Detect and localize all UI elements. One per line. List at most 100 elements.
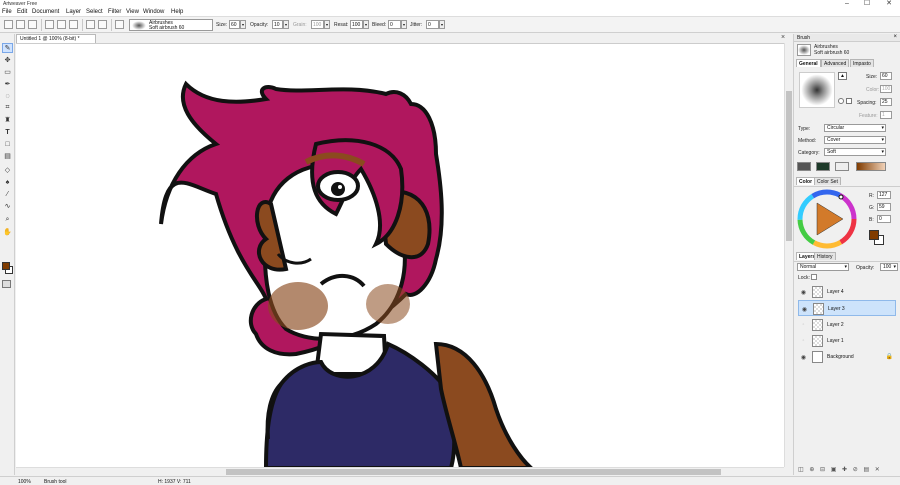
blend-mode-select[interactable]: Normal	[797, 263, 849, 271]
feature-input[interactable]: 1	[880, 111, 892, 119]
color-wheel[interactable]	[797, 189, 857, 249]
opacity-dropdown-icon[interactable]: ▾	[283, 20, 289, 29]
shape-icon[interactable]: □	[2, 139, 13, 149]
texture-swatch-3[interactable]	[835, 162, 849, 171]
brush-icon[interactable]: ✎	[2, 43, 13, 53]
layer-row-layer-2[interactable]: ◦ Layer 2	[798, 317, 896, 333]
color-triangle[interactable]	[816, 202, 844, 236]
eyedropper-icon[interactable]: ⁄	[2, 189, 13, 199]
resat-input[interactable]: 100	[350, 20, 363, 29]
brush-shape-icon[interactable]: ▲	[838, 72, 847, 80]
quick-mask-icon[interactable]	[2, 280, 11, 288]
tab-impasto[interactable]: Impasto	[850, 59, 874, 67]
menu-document[interactable]: Document	[32, 9, 59, 15]
menu-edit[interactable]: Edit	[17, 9, 27, 15]
resat-dropdown-icon[interactable]: ▾	[363, 20, 369, 29]
panel-foreground-swatch[interactable]	[869, 230, 879, 240]
visibility-eye-icon[interactable]: ◉	[800, 289, 807, 296]
size-input[interactable]: 60	[229, 20, 240, 29]
stamp-icon[interactable]: ♜	[2, 115, 13, 125]
crop-icon[interactable]: ⌗	[2, 103, 13, 113]
minimize-button[interactable]: –	[838, 0, 856, 8]
lock-transparency-checkbox[interactable]	[811, 274, 817, 280]
visibility-eye-icon[interactable]: ◉	[800, 354, 807, 361]
eraser-icon[interactable]: ◇	[2, 165, 13, 175]
jitter-input[interactable]: 0	[426, 20, 439, 29]
menu-layer[interactable]: Layer	[66, 9, 81, 15]
new-document-icon[interactable]	[4, 20, 13, 29]
smudge-icon[interactable]: ∿	[2, 201, 13, 211]
pen-icon[interactable]: ✒	[2, 79, 13, 89]
hand-icon[interactable]: ✋	[2, 227, 13, 237]
menu-filter[interactable]: Filter	[108, 9, 121, 15]
tab-color-set[interactable]: Color Set	[814, 177, 841, 185]
red-input[interactable]: 127	[877, 191, 891, 199]
vertical-scrollbar[interactable]	[784, 43, 792, 467]
menu-file[interactable]: File	[2, 9, 12, 15]
blue-input[interactable]: 0	[877, 215, 891, 223]
maximize-button[interactable]: ☐	[858, 0, 876, 8]
texture-swatch-2[interactable]	[816, 162, 830, 171]
undo-icon[interactable]	[86, 20, 95, 29]
close-panel-icon[interactable]: ×	[893, 34, 897, 40]
tab-general[interactable]: General	[796, 59, 821, 67]
zoom-icon[interactable]: ⌕	[2, 215, 13, 225]
menu-help[interactable]: Help	[171, 9, 183, 15]
move-icon[interactable]: ✥	[2, 55, 13, 65]
bleed-dropdown-icon[interactable]: ▾	[401, 20, 407, 29]
marquee-icon[interactable]: ▭	[2, 67, 13, 77]
visibility-eye-icon[interactable]: ◉	[801, 306, 808, 313]
method-select[interactable]: Cover	[824, 136, 886, 144]
document-tab[interactable]: Untitled 1 @ 100% (8-bit) *	[16, 34, 96, 43]
tab-color[interactable]: Color	[796, 177, 816, 185]
spacing-checkbox[interactable]	[846, 98, 852, 104]
grain-dropdown-icon[interactable]: ▾	[324, 20, 330, 29]
grain-input[interactable]: 100	[311, 20, 324, 29]
brush-size-input[interactable]: 60	[880, 72, 892, 80]
paste-icon[interactable]	[69, 20, 78, 29]
lasso-icon[interactable]: ◌	[2, 91, 13, 101]
foreground-color-swatch[interactable]	[2, 262, 10, 270]
text-icon[interactable]: T	[2, 127, 13, 137]
layer-opacity-input[interactable]: 100	[880, 263, 898, 271]
brush-tool-icon[interactable]	[115, 20, 124, 29]
layer-row-layer-3[interactable]: ◉ Layer 3	[798, 300, 896, 316]
opacity-input[interactable]: 10	[272, 20, 283, 29]
layer-actions-toolbar[interactable]: ◫ ⊕ ⊟ ▣ ✚ ⊘ ▤ ✕	[798, 466, 882, 473]
brush-color-input[interactable]: 100	[880, 85, 892, 93]
gradient-swatch[interactable]	[856, 162, 886, 171]
tab-advanced[interactable]: Advanced	[821, 59, 850, 67]
gradient-icon[interactable]: ▤	[2, 151, 13, 161]
horizontal-scrollbar[interactable]	[16, 467, 784, 475]
hue-handle[interactable]	[838, 194, 844, 200]
open-document-icon[interactable]	[16, 20, 25, 29]
close-document-icon[interactable]: ×	[781, 34, 785, 41]
drawing-canvas[interactable]	[16, 43, 791, 467]
menu-select[interactable]: Select	[86, 9, 103, 15]
size-dropdown-icon[interactable]: ▾	[240, 20, 246, 29]
brush-preset-selector[interactable]: Airbrushes Soft airbrush 60	[129, 19, 213, 31]
brush-preset-icon[interactable]	[797, 44, 811, 56]
vertical-scroll-thumb[interactable]	[786, 91, 792, 241]
hidden-eye-icon[interactable]: ◦	[800, 322, 807, 328]
spacing-radio[interactable]	[838, 98, 844, 104]
menu-window[interactable]: Window	[143, 9, 164, 15]
hidden-eye-icon[interactable]: ◦	[800, 338, 807, 344]
layer-row-background[interactable]: ◉ Background 🔒	[798, 349, 896, 365]
green-input[interactable]: 59	[877, 203, 891, 211]
menu-view[interactable]: View	[126, 9, 139, 15]
redo-icon[interactable]	[98, 20, 107, 29]
bleed-input[interactable]: 0	[388, 20, 401, 29]
type-select[interactable]: Circular	[824, 124, 886, 132]
save-document-icon[interactable]	[28, 20, 37, 29]
horizontal-scroll-thumb[interactable]	[226, 469, 721, 475]
layer-row-layer-4[interactable]: ◉ Layer 4	[798, 284, 896, 300]
layer-row-layer-1[interactable]: ◦ Layer 1	[798, 333, 896, 349]
jitter-dropdown-icon[interactable]: ▾	[439, 20, 445, 29]
fill-icon[interactable]: ♠	[2, 177, 13, 187]
close-window-button[interactable]: ✕	[880, 0, 898, 8]
texture-swatch-1[interactable]	[797, 162, 811, 171]
category-select[interactable]: Soft	[824, 148, 886, 156]
spacing-input[interactable]: 25	[880, 98, 892, 106]
cut-icon[interactable]	[45, 20, 54, 29]
